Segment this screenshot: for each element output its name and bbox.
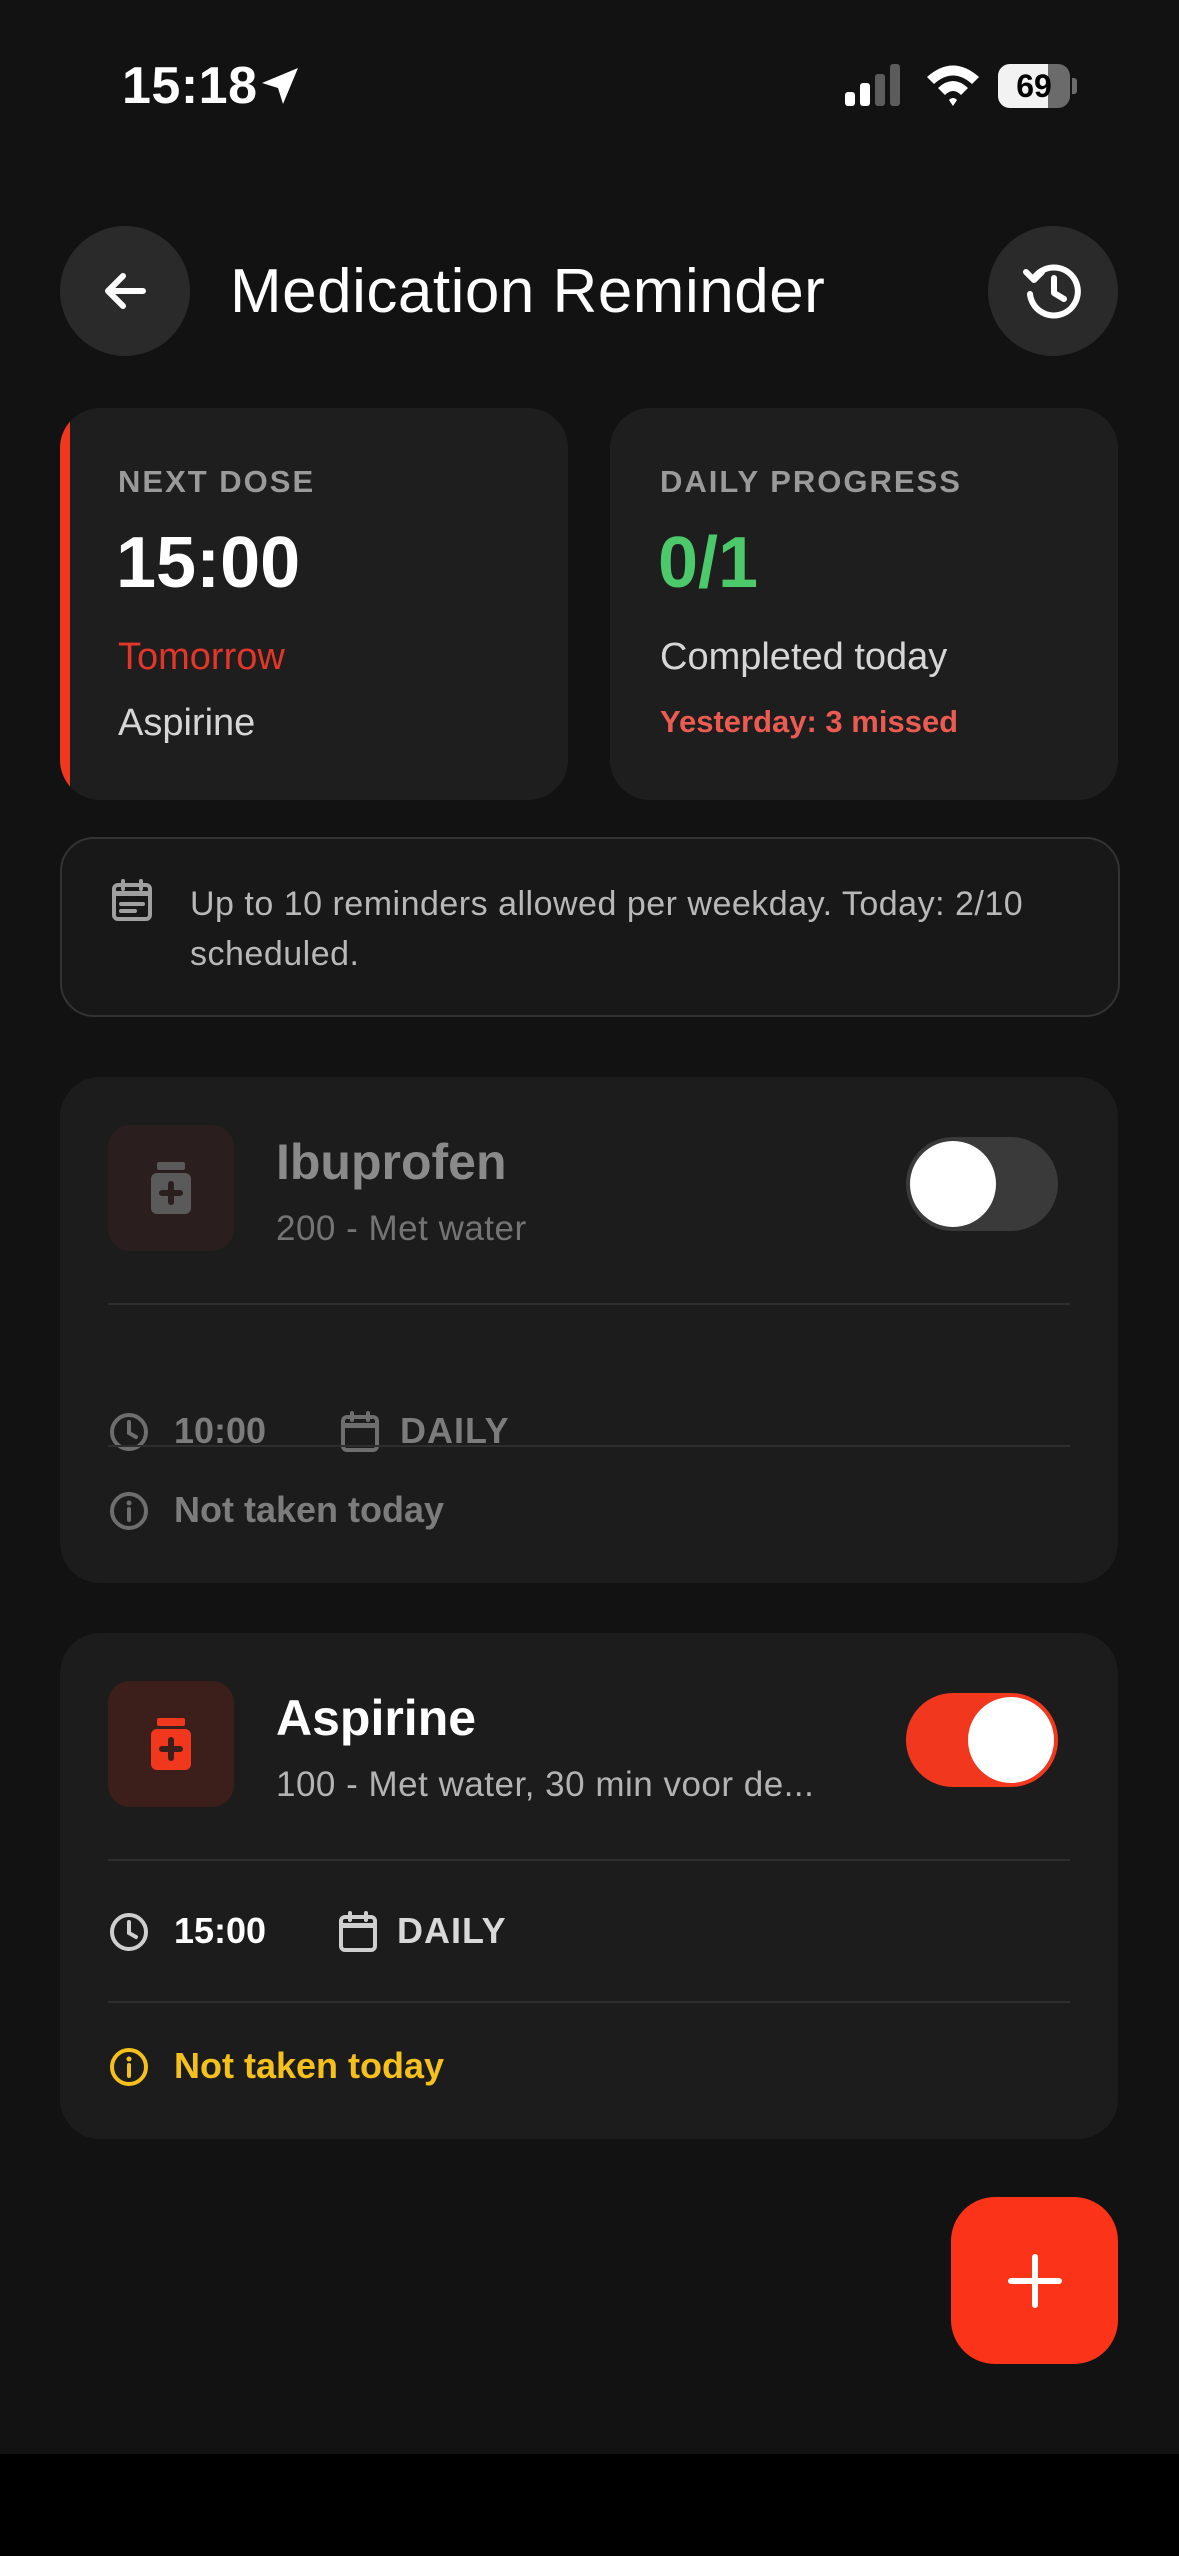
medication-card-aspirine[interactable]: Aspirine 100 - Met water, 30 min voor de… [60, 1633, 1118, 2139]
info-circle-icon [108, 2046, 150, 2088]
reminder-limit-text: Up to 10 reminders allowed per weekday. … [190, 885, 1024, 973]
missed-count: Yesterday: 3 missed [660, 704, 959, 739]
next-dose-accent-bar [60, 408, 70, 800]
card-divider [108, 1859, 1070, 1861]
location-arrow-icon [256, 62, 304, 110]
cellular-signal-icon [843, 62, 905, 108]
medication-time: 15:00 [174, 1910, 267, 1951]
daily-progress-label: DAILY PROGRESS [660, 464, 962, 499]
calendar-note-icon [110, 879, 154, 923]
pill-bottle-icon [151, 1162, 191, 1214]
battery-body: 69 [998, 64, 1070, 108]
clock-icon [108, 1911, 150, 1953]
medication-frequency: DAILY [397, 1910, 507, 1951]
wifi-icon [925, 62, 981, 108]
page-title: Medication Reminder [230, 257, 826, 326]
reminder-toggle[interactable] [906, 1137, 1058, 1231]
reminder-toggle[interactable] [906, 1693, 1058, 1787]
daily-progress-value: 0/1 [658, 523, 759, 603]
info-circle-icon [108, 1490, 150, 1532]
medication-card-ibuprofen[interactable]: Ibuprofen 200 - Met water 10:00 DAILY No… [60, 1077, 1118, 1583]
medication-description: 200 - Met water [276, 1209, 527, 1248]
history-clock-icon [1023, 264, 1081, 319]
daily-progress-subtitle: Completed today [660, 636, 948, 678]
card-divider [108, 1445, 1070, 1447]
medication-name: Aspirine [276, 1690, 477, 1746]
medication-icon-box [108, 1681, 234, 1807]
medication-name: Ibuprofen [276, 1134, 507, 1190]
toggle-knob [968, 1697, 1054, 1783]
next-dose-time: 15:00 [116, 523, 301, 603]
next-dose-when: Tomorrow [118, 636, 285, 678]
plus-icon [1007, 2253, 1062, 2308]
medication-status: Not taken today [174, 2045, 445, 2086]
daily-progress-card: DAILY PROGRESS 0/1 Completed today Yeste… [610, 408, 1118, 800]
pill-bottle-icon [151, 1718, 191, 1770]
next-dose-medication: Aspirine [118, 702, 256, 744]
medication-icon-box [108, 1125, 234, 1251]
status-time: 15:18 [122, 57, 258, 115]
medication-status: Not taken today [174, 1489, 445, 1530]
status-bar: 15:18 69 [0, 0, 1179, 170]
history-button[interactable] [988, 226, 1118, 356]
next-dose-label: NEXT DOSE [118, 464, 316, 499]
card-divider [108, 1303, 1070, 1305]
toggle-knob [910, 1141, 996, 1227]
medication-description: 100 - Met water, 30 min voor de... [276, 1765, 815, 1804]
arrow-left-icon [105, 273, 146, 309]
back-button[interactable] [60, 226, 190, 356]
battery-percent: 69 [1016, 68, 1052, 104]
bottom-safe-area [0, 2454, 1179, 2556]
add-medication-button[interactable] [951, 2197, 1118, 2364]
calendar-icon [338, 1911, 378, 1953]
reminder-limit-info: Up to 10 reminders allowed per weekday. … [60, 837, 1120, 1017]
card-divider [108, 2001, 1070, 2003]
battery-tip [1072, 78, 1077, 94]
next-dose-card[interactable]: NEXT DOSE 15:00 Tomorrow Aspirine [60, 408, 568, 800]
battery-indicator: 69 [998, 64, 1078, 108]
